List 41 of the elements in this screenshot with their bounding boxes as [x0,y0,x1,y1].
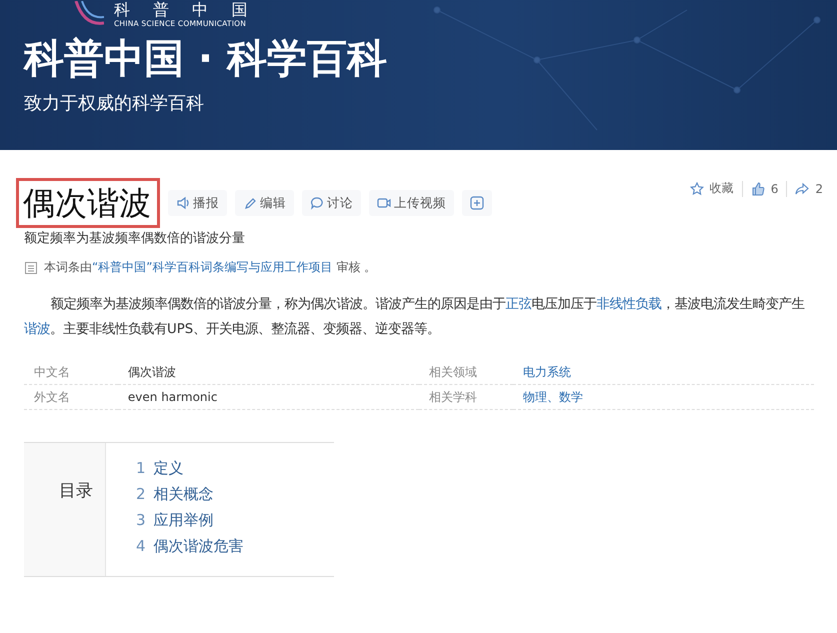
toc-heading: 目录 [24,443,106,576]
project-link[interactable]: “科普中国”科学百科词条编写与应用工作项目 [92,260,332,274]
star-icon [690,182,704,196]
video-camera-icon [377,196,391,210]
field-link[interactable]: 物理、数学 [522,390,583,404]
like-button[interactable]: 6 [742,182,786,196]
term-link[interactable]: 正弦 [506,297,532,312]
site-tagline: 致力于权威的科学百科 [24,92,205,115]
edit-button[interactable]: 编辑 [235,190,294,216]
favorite-button[interactable]: 收藏 [682,180,742,197]
speaker-icon [176,196,190,210]
field-value: 偶次谐波 [118,360,419,384]
pencil-icon [243,196,257,210]
discuss-button[interactable]: 讨论 [302,190,361,216]
speech-bubble-icon [310,196,324,210]
field-link[interactable]: 电力系统 [522,364,571,378]
toc-link[interactable]: 4 偶次谐波危害 [136,537,244,556]
entry-summary: 额定频率为基波频率偶数倍的谐波分量 [24,230,246,247]
field-label: 相关学科 [418,384,513,410]
share-button[interactable]: 2 [787,182,831,196]
term-link[interactable]: 非线性负载 [596,297,662,312]
toc-link[interactable]: 3 应用举例 [136,511,244,530]
field-label: 相关领域 [418,360,513,384]
entry-paragraph: 额定频率为基波频率偶数倍的谐波分量，称为偶次谐波。谐波产生的原因是由于正弦电压加压于非线性负载，基波电流发生畸变产生 谐波。主要非线性负载有UPS、开关电源、整流器、变频器、逆变器等。 [24,296,806,339]
toc-link[interactable]: 2 相关概念 [136,485,244,504]
toc-link[interactable]: 1 定义 [136,459,244,478]
field-value: even harmonic [118,384,419,410]
upload-video-button[interactable]: 上传视频 [369,190,454,216]
entry-title: 偶次谐波 [16,178,160,228]
read-aloud-button[interactable]: 播报 [168,190,227,216]
document-icon [24,260,38,274]
review-note: 本词条由“科普中国”科学百科词条编写与应用工作项目 审核 。 [44,259,376,276]
field-label: 中文名 [24,360,118,384]
field-label: 外文名 [24,384,118,410]
plus-icon [470,196,484,210]
term-link[interactable]: 谐波 [24,322,50,337]
site-title: 科普中国 · 科学百科 [24,35,388,83]
add-button[interactable] [462,190,492,216]
thumbs-up-icon [750,182,765,196]
logo-text: 科 普 中 国 [114,1,256,19]
share-icon [795,182,810,196]
